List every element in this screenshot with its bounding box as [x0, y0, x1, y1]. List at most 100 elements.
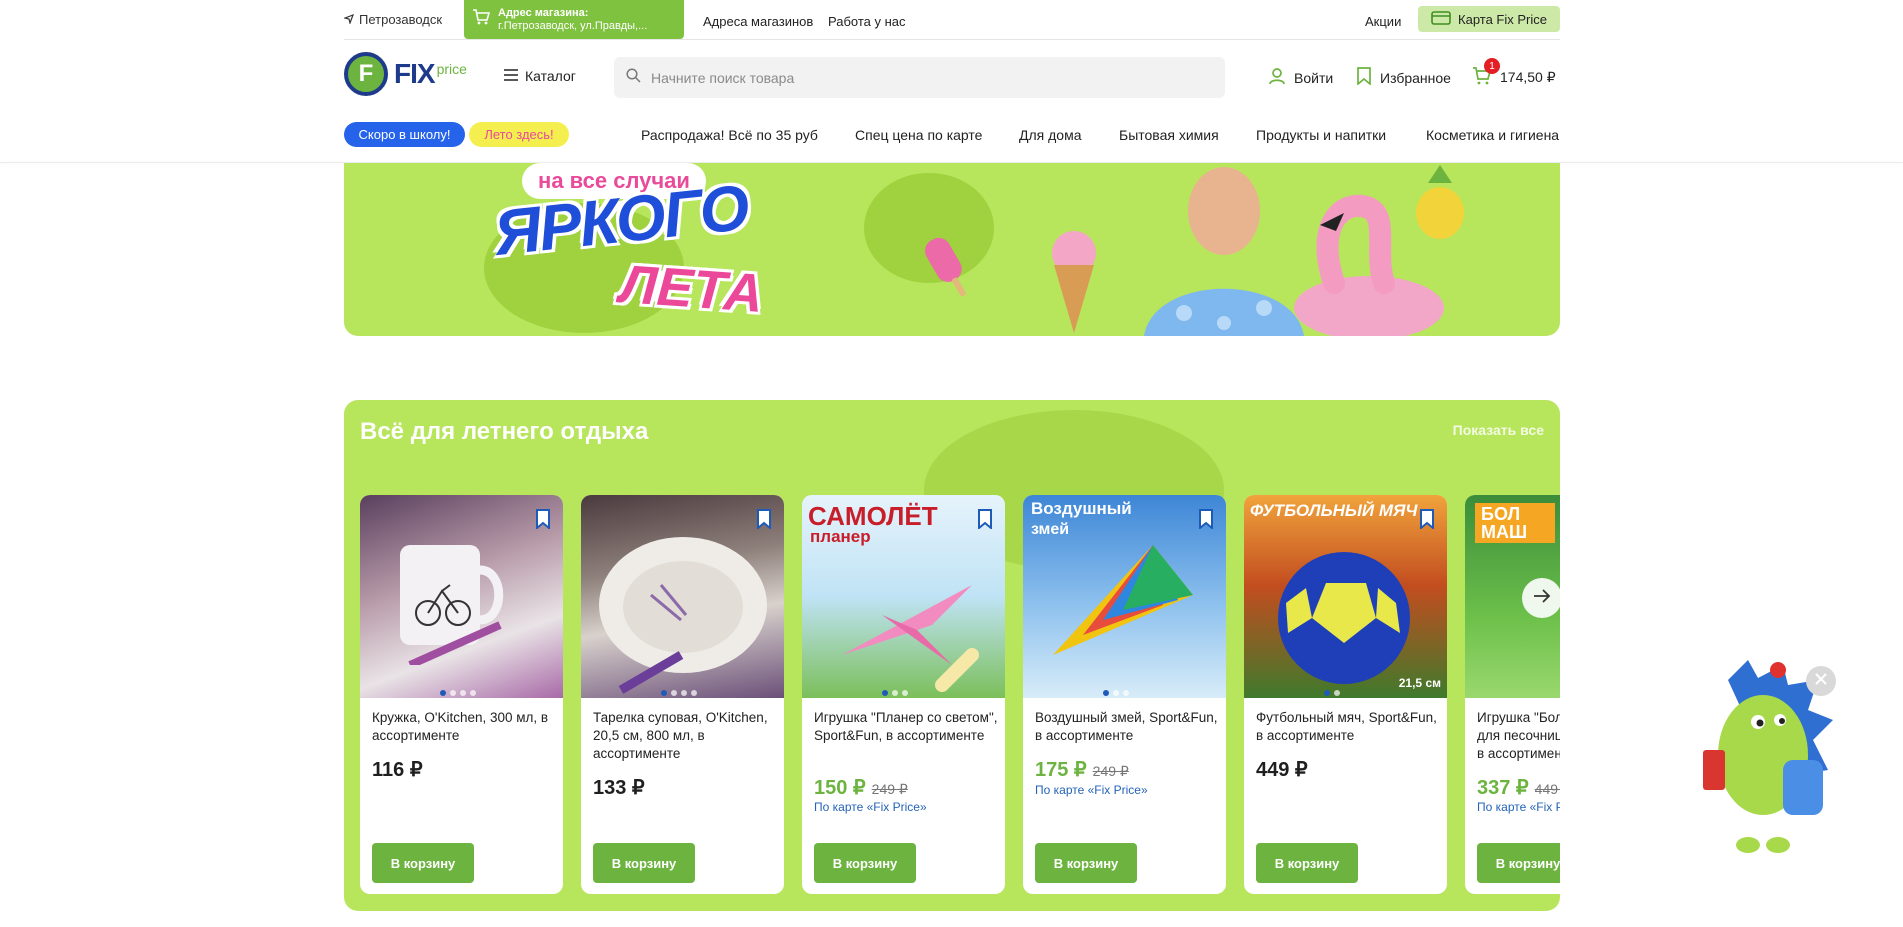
- favorites-button[interactable]: Избранное: [1356, 67, 1451, 88]
- glider-illustration: [842, 585, 979, 692]
- nav-item-cosmetics[interactable]: Косметика и гигиена: [1426, 127, 1559, 143]
- add-to-cart-button[interactable]: В корзину: [372, 843, 474, 883]
- summer-banner[interactable]: на все случаи ЯРКОГО ЛЕТА: [344, 163, 1560, 336]
- banner-title-2: ЛЕТА: [618, 254, 765, 324]
- product-price: 337 ₽ 449 ₽: [1477, 775, 1560, 800]
- logo-subtext: price: [436, 61, 467, 77]
- favorites-label: Избранное: [1380, 69, 1451, 86]
- product-name[interactable]: Кружка, O'Kitchen, 300 мл, в ассортимент…: [372, 709, 557, 745]
- plate-illustration: [599, 537, 767, 694]
- mascot-close-button[interactable]: [1806, 666, 1836, 696]
- nav-pill-school[interactable]: Скоро в школу!: [344, 122, 465, 147]
- ice-cream-icon: [1052, 231, 1096, 333]
- login-button[interactable]: Войти: [1268, 67, 1333, 88]
- store-addresses-link[interactable]: Адреса магазинов: [703, 14, 813, 29]
- city-selector[interactable]: Петрозаводск: [342, 12, 443, 27]
- nav-item-sale[interactable]: Распродажа! Всё по 35 руб: [641, 127, 818, 143]
- price-value: 175 ₽: [1035, 759, 1087, 781]
- catalog-label: Каталог: [525, 68, 576, 84]
- nav-item-home[interactable]: Для дома: [1019, 127, 1082, 143]
- image-carousel-dots: [882, 690, 908, 696]
- summer-products-section: Всё для летнего отдыха Показать все Круж…: [344, 400, 1560, 911]
- category-nav: Скоро в школу! Лето здесь! Распродажа! В…: [344, 122, 1560, 150]
- price-value: 449 ₽: [1256, 759, 1308, 781]
- bookmark-icon[interactable]: [1198, 509, 1214, 534]
- nav-item-household-chemicals[interactable]: Бытовая химия: [1119, 127, 1219, 143]
- page: Петрозаводск Адрес магазина: г.Петрозаво…: [0, 0, 1903, 927]
- product-card[interactable]: Воздушный змей Воздушный змей, Sport&Fun…: [1023, 495, 1226, 894]
- add-to-cart-button[interactable]: В корзину: [1256, 843, 1358, 883]
- card-icon: [1431, 10, 1451, 28]
- bookmark-icon: [1356, 67, 1372, 88]
- nav-item-card-price[interactable]: Спец цена по карте: [855, 127, 982, 143]
- jobs-link[interactable]: Работа у нас: [828, 14, 906, 29]
- cart-icon: 1: [1472, 58, 1500, 88]
- fix-price-logo[interactable]: F FIX price: [344, 52, 467, 96]
- card-price-note: По карте «Fix Price»: [814, 800, 927, 814]
- image-carousel-dots: [1324, 690, 1340, 696]
- bookmark-icon[interactable]: [535, 509, 551, 534]
- city-name: Петрозаводск: [359, 12, 443, 27]
- add-to-cart-button[interactable]: В корзину: [814, 843, 916, 883]
- product-image-football[interactable]: ФУТБОЛЬНЫЙ МЯЧ 21,5 см: [1244, 495, 1447, 698]
- add-to-cart-button[interactable]: В корзину: [1035, 843, 1137, 883]
- product-price: 133 ₽: [593, 775, 645, 800]
- image-title: ФУТБОЛЬНЫЙ МЯЧ: [1250, 501, 1418, 520]
- product-name[interactable]: Тарелка суповая, O'Kitchen, 20,5 см, 800…: [593, 709, 778, 763]
- image-title: БОЛ МАШ: [1475, 503, 1555, 543]
- promotions-link[interactable]: Акции: [1365, 14, 1401, 29]
- price-value: 116 ₽: [372, 759, 423, 781]
- nav-item-food-drinks[interactable]: Продукты и напитки: [1256, 127, 1386, 143]
- user-icon: [1268, 67, 1286, 88]
- product-card[interactable]: БОЛ МАШ Игрушка "Большая машинка для пес…: [1465, 495, 1560, 894]
- bookmark-icon[interactable]: [756, 509, 772, 534]
- carousel-next-button[interactable]: [1522, 578, 1560, 618]
- bookmark-icon[interactable]: [1419, 509, 1435, 534]
- product-card[interactable]: ФУТБОЛЬНЫЙ МЯЧ 21,5 см Футбольный мяч, S…: [1244, 495, 1447, 894]
- cart-button[interactable]: 1 174,50 ₽: [1472, 58, 1556, 88]
- popsicle-icon: [925, 237, 966, 297]
- product-name[interactable]: Воздушный змей, Sport&Fun, в ассортимент…: [1035, 709, 1220, 745]
- product-price: 175 ₽ 249 ₽: [1035, 757, 1129, 782]
- catalog-button[interactable]: Каталог: [504, 68, 576, 84]
- image-carousel-dots: [1103, 690, 1129, 696]
- product-image-kite[interactable]: Воздушный змей: [1023, 495, 1226, 698]
- image-subtitle: планер: [810, 527, 871, 546]
- cart-count-badge: 1: [1484, 58, 1500, 74]
- arrow-right-icon: [1533, 588, 1551, 608]
- logo-text: FIX: [394, 58, 436, 89]
- cart-icon: [472, 9, 491, 30]
- image-size-label: 21,5 см: [1398, 676, 1441, 690]
- nav-pill-summer[interactable]: Лето здесь!: [469, 122, 569, 147]
- kite-illustration: [1053, 545, 1193, 655]
- add-to-cart-button[interactable]: В корзину: [1477, 843, 1560, 883]
- football-illustration: [1278, 552, 1410, 684]
- image-carousel-dots: [440, 690, 476, 696]
- product-image-plate[interactable]: [581, 495, 784, 698]
- product-card[interactable]: Кружка, O'Kitchen, 300 мл, в ассортимент…: [360, 495, 563, 894]
- show-all-link[interactable]: Показать все: [1453, 422, 1544, 438]
- add-to-cart-button[interactable]: В корзину: [593, 843, 695, 883]
- search-bar: [614, 57, 1225, 98]
- section-title: Всё для летнего отдыха: [360, 418, 649, 445]
- card-price-note: По карте «Fix Price»: [1035, 783, 1148, 797]
- search-input[interactable]: [651, 69, 1211, 86]
- product-name[interactable]: Футбольный мяч, Sport&Fun, в ассортимент…: [1256, 709, 1441, 745]
- product-image-glider[interactable]: САМОЛЁТ планер: [802, 495, 1005, 698]
- old-price: 249 ₽: [871, 781, 908, 797]
- product-name[interactable]: Игрушка "Большая машинка для песочницы",…: [1477, 709, 1560, 763]
- product-name[interactable]: Игрушка "Планер со светом", Sport&Fun, в…: [814, 709, 999, 745]
- fix-card-button[interactable]: Карта Fix Price: [1418, 6, 1560, 32]
- product-image-mug[interactable]: [360, 495, 563, 698]
- store-address-button[interactable]: Адрес магазина: г.Петрозаводск, ул.Правд…: [464, 0, 684, 39]
- header: F FIX price Каталог Войти Избра: [344, 40, 1560, 112]
- price-value: 150 ₽: [814, 777, 866, 799]
- price-value: 337 ₽: [1477, 777, 1529, 799]
- login-label: Войти: [1294, 69, 1334, 86]
- bookmark-icon[interactable]: [977, 509, 993, 534]
- product-card[interactable]: Тарелка суповая, O'Kitchen, 20,5 см, 800…: [581, 495, 784, 894]
- price-value: 133 ₽: [593, 777, 645, 799]
- logo-mark: F: [344, 52, 388, 96]
- product-card[interactable]: САМОЛЁТ планер Игрушка "Планер со светом…: [802, 495, 1005, 894]
- product-price: 150 ₽ 249 ₽: [814, 775, 908, 800]
